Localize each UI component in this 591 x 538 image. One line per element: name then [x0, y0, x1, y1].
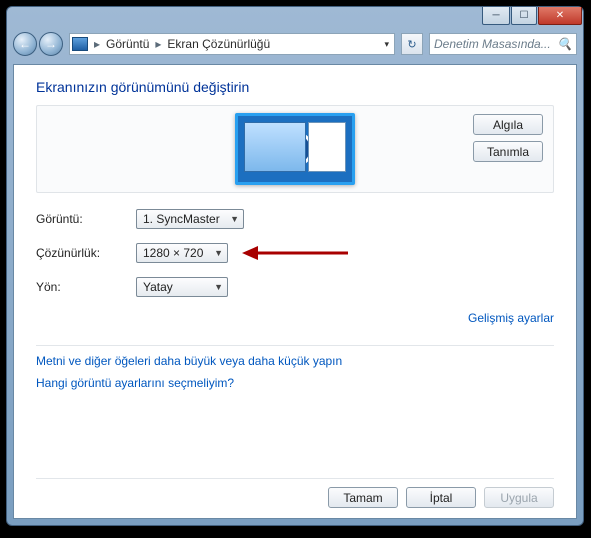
display-value: 1. SyncMaster: [143, 212, 220, 226]
breadcrumb-item[interactable]: Görüntü: [106, 37, 149, 51]
advanced-settings-link[interactable]: Gelişmiş ayarlar: [468, 311, 554, 325]
titlebar: ─ ☐ ✕: [7, 7, 583, 29]
navbar: ← → ▸ Görüntü ▸ Ekran Çözünürlüğü ▾ ↻ De…: [13, 29, 577, 59]
resolution-label: Çözünürlük:: [36, 246, 136, 260]
orientation-label: Yön:: [36, 280, 136, 294]
resolution-row: Çözünürlük: 1280 × 720 ▼: [36, 243, 554, 263]
forward-button[interactable]: →: [39, 32, 63, 56]
search-placeholder: Denetim Masasında...: [434, 37, 553, 51]
text-size-link[interactable]: Metni ve diğer öğeleri daha büyük veya d…: [36, 354, 342, 368]
orientation-row: Yön: Yatay ▼: [36, 277, 554, 297]
page-title: Ekranınızın görünümünü değiştirin: [36, 79, 554, 95]
breadcrumb-item[interactable]: Ekran Çözünürlüğü: [167, 37, 270, 51]
separator: [36, 345, 554, 346]
search-icon: 🔍: [557, 37, 572, 51]
orientation-value: Yatay: [143, 280, 173, 294]
monitor-window-icon: [308, 122, 346, 172]
identify-button[interactable]: Tanımla: [473, 141, 543, 162]
breadcrumb-sep: ▸: [153, 37, 163, 51]
display-select[interactable]: 1. SyncMaster ▼: [136, 209, 244, 229]
red-arrow-annotation: [240, 246, 344, 260]
chevron-down-icon: ▼: [214, 248, 223, 258]
cancel-button[interactable]: İptal: [406, 487, 476, 508]
close-button[interactable]: ✕: [538, 7, 582, 25]
monitor-thumbnail[interactable]: 1: [235, 113, 355, 185]
window-controls: ─ ☐ ✕: [482, 7, 582, 25]
nav-arrows: ← →: [13, 32, 63, 56]
apply-button[interactable]: Uygula: [484, 487, 554, 508]
display-label: Görüntü:: [36, 212, 136, 226]
back-button[interactable]: ←: [13, 32, 37, 56]
orientation-select[interactable]: Yatay ▼: [136, 277, 228, 297]
maximize-button[interactable]: ☐: [511, 7, 537, 25]
chevron-down-icon: ▼: [230, 214, 239, 224]
display-row: Görüntü: 1. SyncMaster ▼: [36, 209, 554, 229]
ok-button[interactable]: Tamam: [328, 487, 398, 508]
window: ─ ☐ ✕ ← → ▸ Görüntü ▸ Ekran Çözünürlüğü …: [6, 6, 584, 526]
monitor-desktop-icon: [244, 122, 306, 172]
minimize-button[interactable]: ─: [482, 7, 510, 25]
detect-button[interactable]: Algıla: [473, 114, 543, 135]
refresh-button[interactable]: ↻: [401, 33, 423, 55]
address-bar[interactable]: ▸ Görüntü ▸ Ekran Çözünürlüğü ▾: [69, 33, 395, 55]
resolution-select[interactable]: 1280 × 720 ▼: [136, 243, 228, 263]
search-input[interactable]: Denetim Masasında... 🔍: [429, 33, 577, 55]
monitor-preview-section: 1 Algıla Tanımla: [36, 105, 554, 193]
breadcrumb-sep: ▸: [92, 37, 102, 51]
monitor-side-buttons: Algıla Tanımla: [473, 114, 543, 162]
address-dropdown-icon[interactable]: ▾: [381, 39, 392, 50]
chevron-down-icon: ▼: [214, 282, 223, 292]
resolution-value: 1280 × 720: [143, 246, 203, 260]
which-settings-link[interactable]: Hangi görüntü ayarlarını seçmeliyim?: [36, 376, 234, 390]
control-panel-icon: [72, 37, 88, 51]
footer-buttons: Tamam İptal Uygula: [36, 478, 554, 508]
content-area: Ekranınızın görünümünü değiştirin 1 Algı…: [13, 64, 577, 519]
